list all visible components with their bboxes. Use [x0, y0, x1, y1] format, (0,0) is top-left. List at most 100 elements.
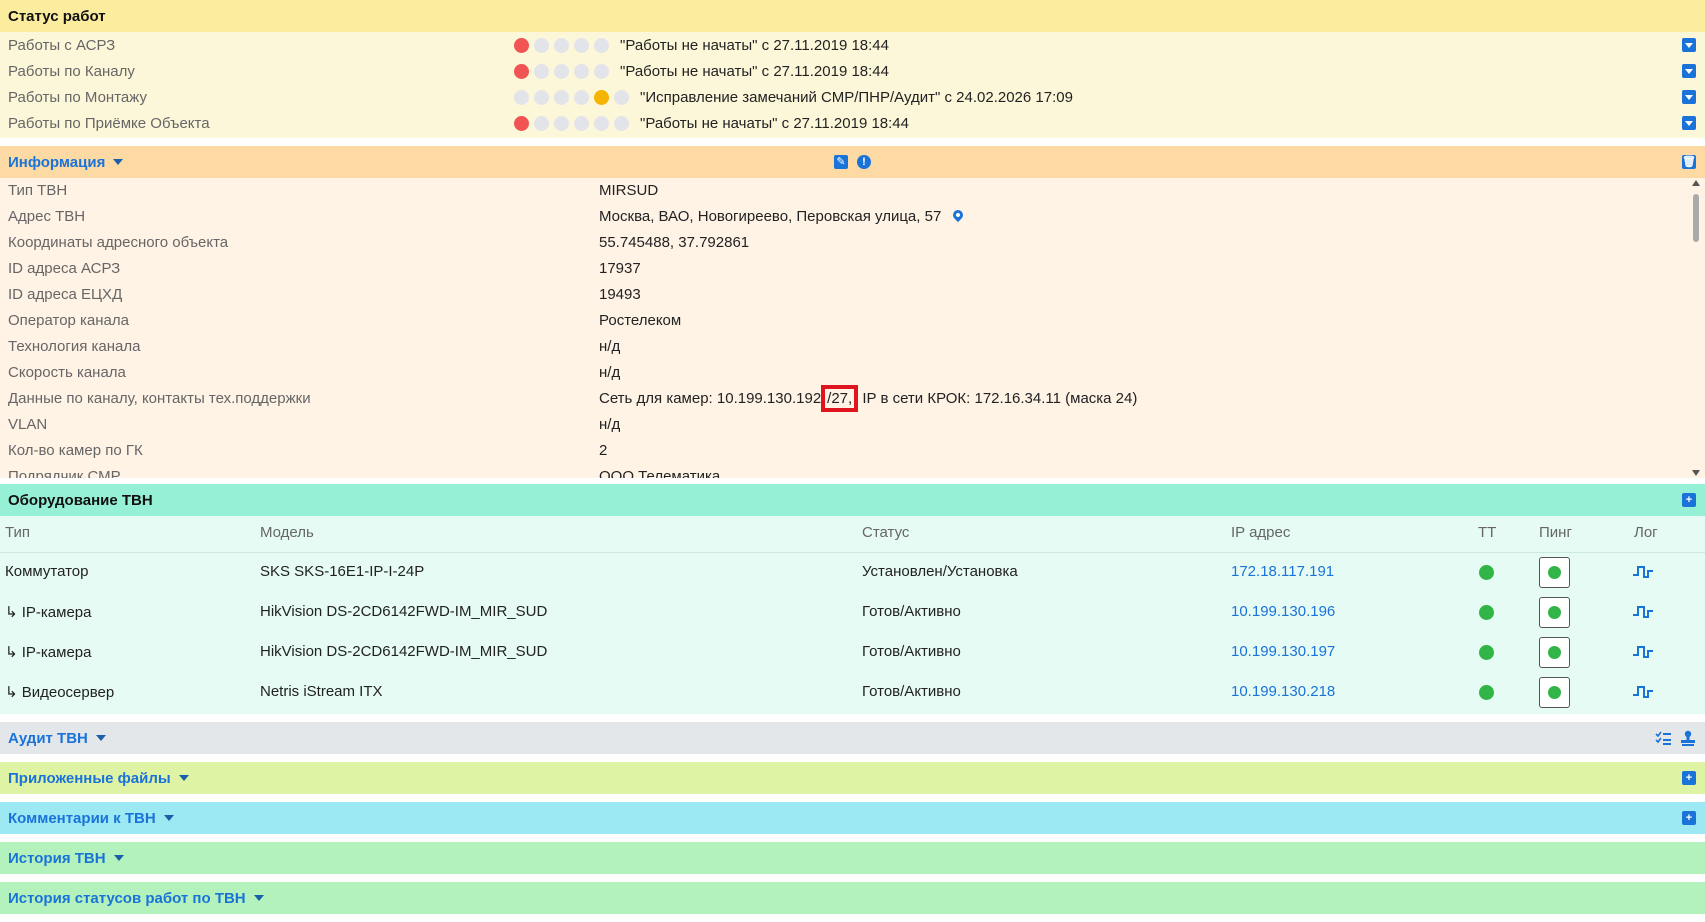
info-scrollbar[interactable] — [1690, 178, 1702, 478]
table-row: ↳ IP-камера HikVision DS-2CD6142FWD-IM_M… — [0, 632, 1705, 672]
alert-icon[interactable]: ! — [857, 155, 871, 169]
table-row: ↳ IP-камера HikVision DS-2CD6142FWD-IM_M… — [0, 592, 1705, 632]
column-header-ping: Пинг — [1539, 524, 1572, 541]
info-value: н/д — [599, 416, 621, 433]
info-value: ООО Телематика — [599, 468, 721, 478]
cell-ip-link[interactable]: 10.199.130.196 — [1231, 603, 1335, 620]
comments-section-header[interactable]: Комментарии к ТВН + — [0, 802, 1705, 834]
cell-status: Готов/Активно — [862, 683, 961, 700]
status-row-channel: Работы по Каналу "Работы не начаты" с 27… — [0, 58, 1705, 84]
chevron-down-icon[interactable] — [253, 895, 264, 901]
ping-button[interactable] — [1539, 557, 1570, 588]
files-section-title[interactable]: Приложенные файлы — [8, 770, 171, 787]
history-section-header[interactable]: История ТВН — [0, 842, 1705, 874]
status-dot-grey — [614, 90, 629, 105]
map-pin-icon[interactable] — [951, 207, 966, 223]
status-dot-red — [514, 38, 529, 53]
cell-ip-link[interactable]: 10.199.130.218 — [1231, 683, 1335, 700]
log-pulse-icon[interactable] — [1633, 605, 1653, 619]
cell-ip-link[interactable]: 10.199.130.197 — [1231, 643, 1335, 660]
scroll-up-icon[interactable] — [1692, 180, 1700, 186]
address-text: Москва, ВАО, Новогиреево, Перовская улиц… — [599, 208, 942, 225]
status-dot-orange — [594, 90, 609, 105]
log-pulse-icon[interactable] — [1633, 685, 1653, 699]
column-header-type: Тип — [5, 524, 31, 541]
cell-model: SKS SKS-16E1-IP-I-24P — [260, 563, 425, 580]
status-panel: Работы с АСРЗ "Работы не начаты" с 27.11… — [0, 32, 1705, 138]
equipment-panel-title: Оборудование ТВН — [8, 491, 153, 509]
status-dot-grey — [574, 90, 589, 105]
status-row-text: "Исправление замечаний СМР/ПНР/Аудит" с … — [640, 88, 1073, 106]
status-dot-grey — [554, 90, 569, 105]
scrollbar-thumb[interactable] — [1693, 194, 1699, 242]
edit-icon[interactable]: ✎ — [834, 155, 848, 169]
info-value: н/д — [599, 338, 621, 355]
info-value: Ростелеком — [599, 312, 682, 329]
info-value: MIRSUD — [599, 182, 659, 199]
audit-section-header[interactable]: Аудит ТВН — [0, 722, 1705, 754]
status-history-section-header[interactable]: История статусов работ по ТВН — [0, 882, 1705, 914]
info-key: Скорость канала — [8, 364, 126, 381]
status-indicator-dots — [514, 90, 629, 105]
status-dot-grey — [574, 64, 589, 79]
info-key: VLAN — [8, 416, 48, 433]
status-row-text: "Работы не начаты" с 27.11.2019 18:44 — [620, 62, 889, 80]
info-row: Координаты адресного объекта 55.745488, 3… — [0, 230, 1680, 256]
status-row-mounting: Работы по Монтажу "Исправление замечаний… — [0, 84, 1705, 110]
files-section-header[interactable]: Приложенные файлы + — [0, 762, 1705, 794]
stamp-icon[interactable] — [1680, 730, 1696, 746]
info-value: 17937 — [599, 260, 641, 277]
checklist-icon[interactable] — [1655, 731, 1671, 745]
table-row: ↳ Видеосервер Netris iStream ITX Готов/А… — [0, 672, 1705, 712]
add-icon[interactable]: + — [1682, 771, 1696, 785]
equipment-panel-header: Оборудование ТВН + — [0, 484, 1705, 516]
status-history-section-title[interactable]: История статусов работ по ТВН — [8, 890, 246, 907]
status-dot-grey — [594, 38, 609, 53]
trash-icon[interactable]: 🗑 — [1682, 155, 1696, 169]
column-header-log: Лог — [1634, 524, 1658, 541]
expand-dropdown-icon[interactable] — [1682, 38, 1696, 52]
ping-button[interactable] — [1539, 597, 1570, 628]
info-row: Технология канала н/д — [0, 334, 1680, 360]
expand-dropdown-icon[interactable] — [1682, 116, 1696, 130]
add-icon[interactable]: + — [1682, 493, 1696, 507]
expand-dropdown-icon[interactable] — [1682, 64, 1696, 78]
info-key: Данные по каналу, контакты тех.поддержки — [8, 390, 311, 407]
info-panel-header[interactable]: Информация ✎ ! 🗑 — [0, 146, 1705, 178]
info-row: Данные по каналу, контакты тех.поддержки… — [0, 385, 1680, 412]
status-indicator-dots — [514, 38, 609, 53]
chevron-down-icon[interactable] — [163, 815, 174, 821]
add-icon[interactable]: + — [1682, 811, 1696, 825]
status-row-asrz: Работы с АСРЗ "Работы не начаты" с 27.11… — [0, 32, 1705, 58]
info-panel-title[interactable]: Информация — [8, 154, 105, 171]
comments-section-title[interactable]: Комментарии к ТВН — [8, 810, 156, 827]
highlight-box: /27, — [821, 385, 859, 412]
info-row: Адрес ТВН Москва, ВАО, Новогиреево, Перов… — [0, 204, 1680, 230]
status-row-text: "Работы не начаты" с 27.11.2019 18:44 — [640, 114, 909, 132]
info-key: ID адреса АСРЗ — [8, 260, 121, 277]
info-row: ID адреса ЕЦХД 19493 — [0, 282, 1680, 308]
chevron-down-icon[interactable] — [178, 775, 189, 781]
log-pulse-icon[interactable] — [1633, 645, 1653, 659]
info-key: Подрядчик СМР — [8, 468, 121, 478]
chevron-down-icon[interactable] — [95, 735, 106, 741]
status-dot-grey — [574, 38, 589, 53]
history-section-title[interactable]: История ТВН — [8, 850, 106, 867]
status-dot-grey — [574, 116, 589, 131]
status-dot-grey — [534, 116, 549, 131]
info-key: Тип ТВН — [8, 182, 68, 199]
chevron-down-icon[interactable] — [113, 855, 124, 861]
scroll-down-icon[interactable] — [1692, 470, 1700, 476]
audit-section-title[interactable]: Аудит ТВН — [8, 730, 88, 747]
info-row: Оператор канала Ростелеком — [0, 308, 1680, 334]
cell-model: HikVision DS-2CD6142FWD-IM_MIR_SUD — [260, 603, 548, 620]
status-dot-grey — [614, 116, 629, 131]
cell-ip-link[interactable]: 172.18.117.191 — [1231, 563, 1334, 580]
ping-button[interactable] — [1539, 677, 1570, 708]
ping-button[interactable] — [1539, 637, 1570, 668]
chevron-down-icon[interactable] — [113, 159, 124, 165]
expand-dropdown-icon[interactable] — [1682, 90, 1696, 104]
status-dot-grey — [534, 38, 549, 53]
info-value: 55.745488, 37.792861 — [599, 234, 750, 251]
log-pulse-icon[interactable] — [1633, 565, 1653, 579]
